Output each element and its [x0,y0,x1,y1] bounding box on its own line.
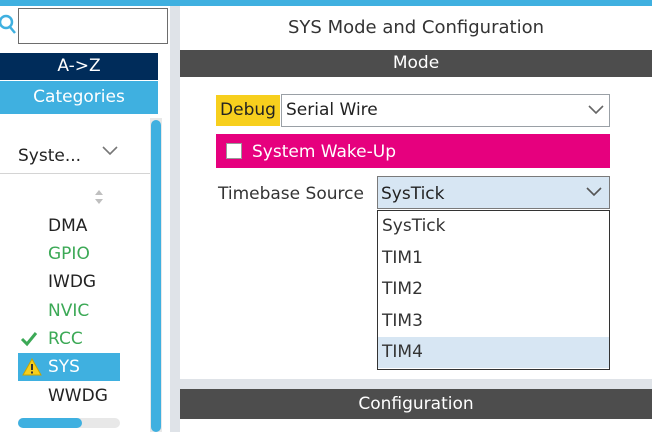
check-icon [20,332,38,347]
debug-select-value: Serial Wire [286,100,378,120]
chevron-down-icon[interactable] [586,102,606,118]
horizontal-scrollbar-thumb[interactable] [18,418,82,428]
mode-section-header: Mode [180,50,652,77]
vertical-scrollbar-thumb[interactable] [151,120,161,432]
warning-icon [22,358,42,376]
timebase-select-value: SysTick [381,184,445,204]
sort-icon[interactable] [92,188,106,206]
timebase-source-label: Timebase Source [218,184,364,204]
dropdown-option-tim3[interactable]: TIM3 [378,306,609,337]
search-icon[interactable] [0,12,18,38]
panel-splitter[interactable] [170,6,180,432]
page-title: SYS Mode and Configuration [180,6,652,50]
section-divider [180,379,652,389]
debug-label: Debug [216,95,280,126]
tree-item-nvic[interactable]: NVIC [18,297,120,325]
dropdown-option-tim1[interactable]: TIM1 [378,243,609,274]
app-window: A->Z Categories Syste... DMA GPIO IWDG N… [0,0,652,432]
tree-item-wwdg[interactable]: WWDG [18,382,120,410]
tree-item-dma[interactable]: DMA [18,212,120,240]
system-wakeup-checkbox[interactable] [226,143,242,159]
chevron-down-icon[interactable] [100,143,120,159]
dropdown-option-tim4[interactable]: TIM4 [378,337,609,368]
tab-categories[interactable]: Categories [0,81,158,114]
category-select-value: Syste... [18,146,82,166]
configuration-section [180,419,652,432]
timebase-dropdown-list: SysTick TIM1 TIM2 TIM3 TIM4 [377,210,610,370]
sort-az-button[interactable]: A->Z [0,53,158,80]
configuration-section-header: Configuration [180,389,652,419]
chevron-down-icon[interactable] [584,184,604,200]
search-input[interactable] [18,8,168,44]
dropdown-option-systick[interactable]: SysTick [378,211,609,242]
system-wakeup-label: System Wake-Up [252,142,397,162]
tree-item-gpio[interactable]: GPIO [18,240,120,268]
tree-item-iwdg[interactable]: IWDG [18,268,120,296]
dropdown-option-tim2[interactable]: TIM2 [378,274,609,305]
